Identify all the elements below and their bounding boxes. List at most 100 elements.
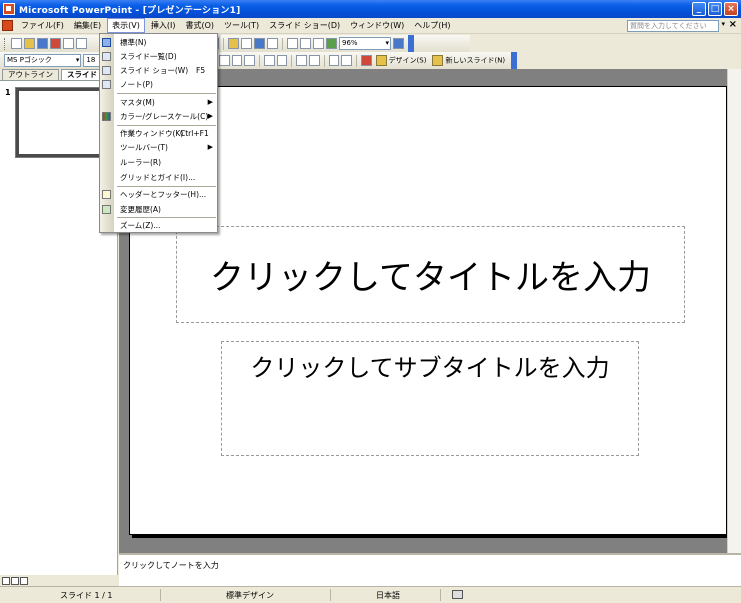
slide-sorter-icon[interactable] (11, 576, 19, 585)
vertical-scrollbar[interactable] (727, 69, 741, 553)
preview-icon[interactable] (76, 38, 87, 49)
show-formatting-icon[interactable] (300, 38, 311, 49)
toolbar-options-icon[interactable] (511, 52, 517, 69)
save-icon[interactable] (37, 38, 48, 49)
menu-item-label: マスタ(M) (120, 98, 155, 107)
menu-file[interactable]: ファイル(F) (17, 19, 68, 32)
toolbar-options-icon[interactable] (408, 35, 414, 52)
menu-item-label: スライド一覧(D) (120, 52, 177, 61)
menu-item-slide-sorter[interactable]: スライド一覧(D) (100, 50, 217, 63)
zoom-select[interactable]: 96% (339, 37, 391, 50)
menu-item-zoom[interactable]: ズーム(Z)... (100, 219, 217, 232)
slideshow-icon[interactable] (20, 576, 28, 585)
menu-item-label: スライド ショー(W) (120, 66, 189, 75)
menu-item-slideshow[interactable]: スライド ショー(W) F5 (100, 64, 217, 77)
font-name-select[interactable]: MS Pゴシック (4, 54, 82, 67)
expand-all-icon[interactable] (287, 38, 298, 49)
document-icon[interactable] (2, 20, 13, 31)
title-placeholder[interactable]: クリックしてタイトルを入力 (176, 226, 685, 323)
notes-pane[interactable]: クリックしてノートを入力 (119, 553, 741, 586)
open-icon[interactable] (24, 38, 35, 49)
menu-item-label: ヘッダーとフッター(H)... (120, 190, 207, 199)
menu-item-label: カラー/グレースケール(C) (120, 112, 209, 121)
align-left-icon[interactable] (218, 55, 230, 66)
standard-toolbar: 96% (0, 35, 470, 52)
increase-font-icon[interactable] (296, 55, 307, 66)
menu-item-revisions[interactable]: 変更履歴(A) (100, 203, 217, 216)
align-center-icon[interactable] (231, 55, 243, 66)
menu-window[interactable]: ウィンドウ(W) (346, 19, 408, 32)
menu-view[interactable]: 表示(V) (107, 18, 145, 33)
notes-placeholder: クリックしてノートを入力 (123, 561, 219, 570)
numbering-icon[interactable] (263, 55, 275, 66)
table-icon[interactable] (241, 38, 252, 49)
toolbar-separator (323, 54, 325, 67)
menu-item-label: ルーラー(R) (120, 158, 162, 167)
menu-help[interactable]: ヘルプ(H) (410, 19, 454, 32)
menu-separator (117, 125, 216, 126)
toolbar-grip[interactable] (4, 37, 7, 50)
window-controls: _ □ × (692, 2, 738, 16)
align-right-icon[interactable] (244, 55, 255, 66)
menu-item-normal[interactable]: 標準(N) (100, 36, 217, 49)
help-icon[interactable] (393, 38, 404, 49)
pdf-icon[interactable] (50, 38, 61, 49)
menu-item-label: ツールバー(T) (120, 143, 168, 152)
design-button[interactable]: デザイン(S) (374, 55, 429, 66)
normal-view-icon (102, 38, 111, 47)
color-grayscale-icon[interactable] (326, 38, 337, 49)
menu-item-label: ノート(P) (120, 80, 153, 89)
menu-tools[interactable]: ツール(T) (220, 19, 263, 32)
status-bar: スライド 1 / 1 標準デザイン 日本語 (0, 586, 741, 603)
decrease-font-icon[interactable] (308, 55, 320, 66)
slide-thumbnail-number: 1 (5, 88, 11, 97)
menu-edit[interactable]: 編集(E) (70, 19, 105, 32)
decrease-indent-icon[interactable] (328, 55, 340, 66)
notes-page-icon (102, 80, 111, 89)
menu-separator (117, 217, 216, 218)
new-slide-button[interactable]: 新しいスライド(N) (430, 55, 507, 66)
menu-separator (117, 186, 216, 187)
slide-sorter-icon (102, 52, 111, 61)
menu-item-ruler[interactable]: ルーラー(R) (100, 156, 217, 169)
menu-item-color-grayscale[interactable]: カラー/グレースケール(C) ▶ (100, 110, 217, 123)
bullets-icon[interactable] (276, 55, 288, 66)
document-close-icon[interactable]: × (729, 19, 737, 30)
minimize-button[interactable]: _ (692, 2, 706, 16)
menu-slideshow[interactable]: スライド ショー(D) (265, 19, 344, 32)
menu-item-task-pane[interactable]: 作業ウィンドウ(K) Ctrl+F1 (100, 127, 217, 140)
slide-canvas[interactable]: クリックしてタイトルを入力 クリックしてサブタイトルを入力 (129, 86, 727, 535)
subtitle-placeholder-text: クリックしてサブタイトルを入力 (250, 354, 610, 382)
chart-icon[interactable] (228, 38, 239, 49)
maximize-button[interactable]: □ (708, 2, 722, 16)
tab-outline[interactable]: アウトライン (2, 69, 59, 80)
menu-format[interactable]: 書式(O) (181, 19, 218, 32)
formatting-toolbar: MS Pゴシック 18 デザイン(S) 新しいスライド(N) (0, 52, 517, 69)
menu-item-label: グリッドとガイド(I)... (120, 173, 196, 182)
insert-hyperlink-icon[interactable] (267, 38, 278, 49)
powerpoint-app-icon[interactable] (3, 3, 15, 15)
menu-item-notes-page[interactable]: ノート(P) (100, 78, 217, 91)
menu-item-toolbars[interactable]: ツールバー(T) ▶ (100, 141, 217, 154)
revisions-icon (102, 205, 111, 214)
normal-view-icon[interactable] (2, 576, 10, 585)
increase-indent-icon[interactable] (341, 55, 352, 66)
menu-item-master[interactable]: マスタ(M) ▶ (100, 96, 217, 109)
help-dropdown-icon[interactable]: ▾ (721, 20, 725, 28)
menu-item-header-footer[interactable]: ヘッダーとフッター(H)... (100, 188, 217, 201)
font-color-icon[interactable] (360, 55, 372, 66)
menu-item-grid-guides[interactable]: グリッドとガイド(I)... (100, 171, 217, 184)
spelling-check-icon[interactable] (452, 590, 463, 599)
status-separator (330, 589, 331, 601)
tables-borders-icon[interactable] (254, 38, 265, 49)
view-menu-dropdown: 標準(N) スライド一覧(D) スライド ショー(W) F5 ノート(P) マス… (99, 33, 218, 233)
tab-slides[interactable]: スライド (61, 69, 103, 80)
subtitle-placeholder[interactable]: クリックしてサブタイトルを入力 (221, 341, 639, 456)
menu-insert[interactable]: 挿入(I) (147, 19, 180, 32)
status-design: 標準デザイン (226, 591, 274, 600)
new-icon[interactable] (11, 38, 22, 49)
print-icon[interactable] (63, 38, 74, 49)
show-grid-icon[interactable] (313, 38, 324, 49)
help-search-input[interactable]: 質問を入力してください (627, 20, 719, 32)
close-button[interactable]: × (724, 2, 738, 16)
